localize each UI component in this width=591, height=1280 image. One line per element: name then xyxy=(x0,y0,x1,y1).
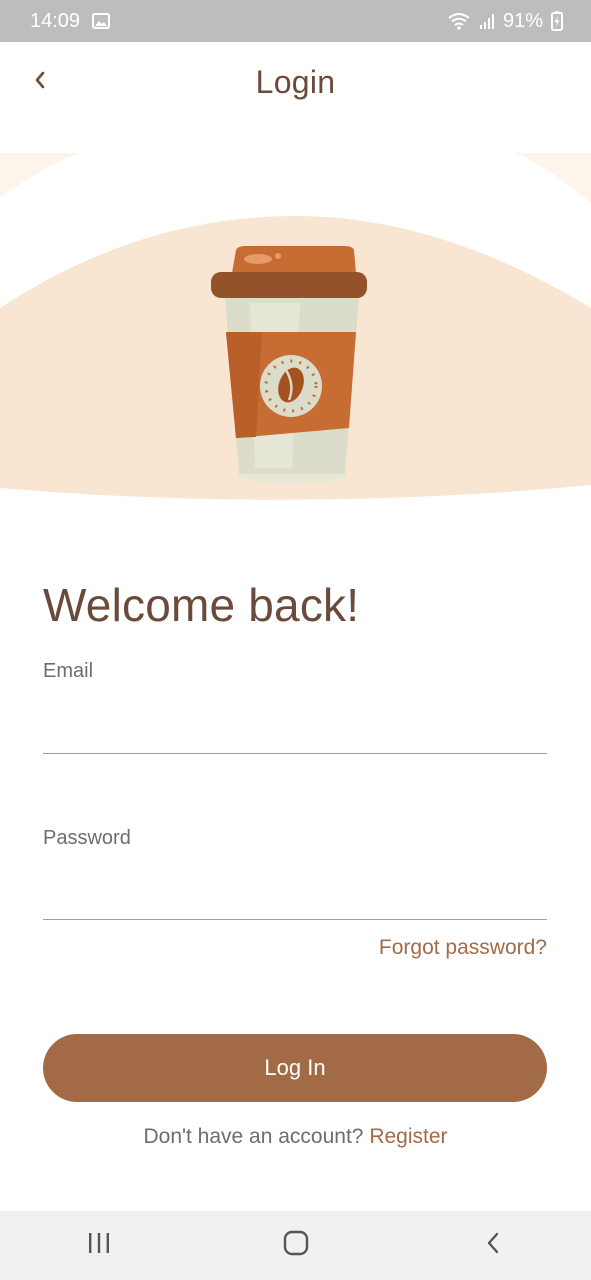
password-label: Password xyxy=(43,827,131,849)
back-icon xyxy=(485,1231,501,1260)
email-label: Email xyxy=(43,660,94,682)
recents-icon xyxy=(87,1232,111,1259)
login-button[interactable]: Log In xyxy=(43,1034,547,1102)
signal-icon xyxy=(479,12,495,30)
email-field[interactable] xyxy=(43,714,547,754)
welcome-heading: Welcome back! xyxy=(43,579,360,631)
battery-charging-icon xyxy=(551,11,563,31)
gallery-icon xyxy=(92,13,111,29)
status-left: 14:09 xyxy=(30,9,111,33)
status-bar: 14:09 91% xyxy=(0,0,591,42)
page-title: Login xyxy=(255,64,336,100)
register-link[interactable]: Register xyxy=(369,1125,447,1148)
forgot-password-link[interactable]: Forgot password? xyxy=(379,936,547,960)
status-right: 91% xyxy=(447,10,563,33)
home-button[interactable] xyxy=(266,1216,326,1276)
password-field[interactable] xyxy=(43,880,547,920)
register-prompt: Don't have an account? xyxy=(143,1125,364,1148)
nav-back-button[interactable] xyxy=(463,1216,523,1276)
app-bar: Login xyxy=(0,42,591,128)
battery-percent: 91% xyxy=(502,9,543,32)
system-nav-bar xyxy=(0,1211,591,1280)
register-row: Don't have an account? Register xyxy=(0,1125,591,1149)
hero-section xyxy=(0,128,591,518)
recents-button[interactable] xyxy=(69,1216,129,1276)
wifi-icon xyxy=(447,12,471,30)
coffee-cup-illustration xyxy=(0,153,591,500)
home-icon xyxy=(283,1230,309,1261)
status-time: 14:09 xyxy=(30,9,81,32)
